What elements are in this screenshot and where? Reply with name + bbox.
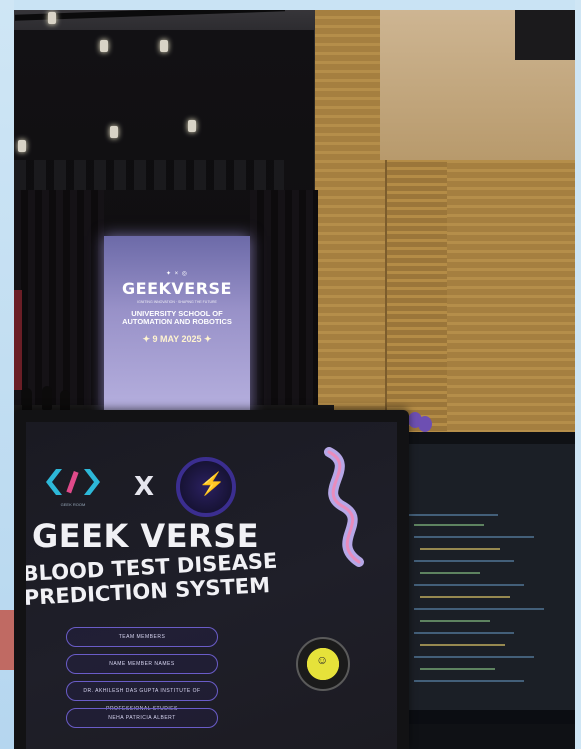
code-line <box>414 536 534 538</box>
frame-top <box>0 0 581 10</box>
curtain-right <box>250 190 318 420</box>
team-pill: TEAM MEMBERS <box>66 627 218 647</box>
person <box>22 388 32 412</box>
curtain-left <box>14 190 104 420</box>
project-title: BLOOD TEST DISEASE PREDICTION SYSTEM <box>26 549 279 610</box>
screen-partners: ✦ × ◎ <box>165 271 189 277</box>
badge-icon: ☺ <box>296 637 350 691</box>
team-pill: NAME MEMBER NAMES <box>66 654 218 674</box>
event-photo: ✦ × ◎ GEEKVERSE IGNITING INNOVATION · SH… <box>0 0 581 749</box>
stage-lamp <box>100 40 108 52</box>
taskbar <box>388 710 581 724</box>
frame-accent <box>0 610 14 670</box>
projection-screen: ✦ × ◎ GEEKVERSE IGNITING INNOVATION · SH… <box>104 236 250 420</box>
code-line <box>420 668 495 670</box>
ribbon-graphic-icon <box>324 447 364 567</box>
team-pill: NEHA PATRICIA ALBERT <box>66 708 218 728</box>
team-pill: DR. AKHILESH DAS GUPTA INSTITUTE OF PROF… <box>66 681 218 712</box>
geek-room-logo-icon: GEEK ROOM <box>44 467 102 507</box>
stage-lamp <box>18 140 26 152</box>
laptop-slide: GEEK ROOM X ⚡ GEEK VERSE BLOOD TEST DISE… <box>26 422 397 749</box>
stage-lamp <box>48 12 56 24</box>
screen-tagline: IGNITING INNOVATION · SHAPING THE FUTURE <box>137 300 217 304</box>
stage-lamp <box>188 120 196 132</box>
code-line <box>420 596 510 598</box>
balloon <box>418 416 432 432</box>
screen-title: GEEKVERSE <box>122 279 232 298</box>
screen-school: UNIVERSITY SCHOOL OF AUTOMATION AND ROBO… <box>104 310 250 326</box>
event-title: GEEK VERSE <box>32 517 260 555</box>
code-line <box>420 620 490 622</box>
stage-lamp <box>160 40 168 52</box>
screen-school-line2: AUTOMATION AND ROBOTICS <box>122 317 232 326</box>
stage-lamp <box>110 126 118 138</box>
code-line <box>420 548 500 550</box>
code-line <box>414 524 484 526</box>
light-rig <box>14 160 284 190</box>
red-curtain-edge <box>14 290 22 390</box>
person <box>42 386 52 410</box>
code-editor-screen <box>388 444 581 724</box>
screen-date: ✦ 9 MAY 2025 ✦ <box>142 334 212 344</box>
wood-pillar <box>385 160 447 450</box>
badge-face-icon: ☺ <box>316 653 329 667</box>
code-line <box>414 680 524 682</box>
code-line <box>420 572 480 574</box>
bolt-icon: ⚡ <box>198 471 226 496</box>
bolt-logo-icon: ⚡ <box>176 457 236 517</box>
code-line <box>420 644 505 646</box>
collab-cross: X <box>134 472 155 502</box>
logo-caption: GEEK ROOM <box>60 502 86 507</box>
frame-right <box>575 0 581 749</box>
code-line <box>414 560 514 562</box>
code-line <box>414 608 544 610</box>
code-line <box>414 656 534 658</box>
laptop: GEEK ROOM X ⚡ GEEK VERSE BLOOD TEST DISE… <box>14 410 409 749</box>
code-line <box>408 514 498 516</box>
code-line <box>414 584 524 586</box>
code-line <box>414 632 514 634</box>
